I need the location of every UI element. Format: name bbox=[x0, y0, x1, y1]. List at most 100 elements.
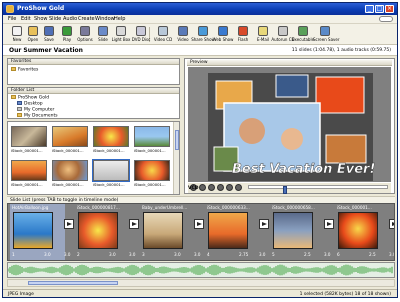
toolbar: New Open Save Play Options Slide Light Box DVD … bbox=[3, 24, 397, 45]
menu-show[interactable]: Show bbox=[34, 16, 48, 22]
preview-photo-sky bbox=[275, 74, 309, 98]
menu-window[interactable]: Window bbox=[95, 16, 115, 22]
menu-bar: File Edit Show Slide Audio Create Window… bbox=[3, 15, 397, 24]
slide-image bbox=[143, 212, 183, 249]
transition-duration: 3.0 bbox=[64, 252, 71, 257]
menu-audio[interactable]: Audio bbox=[63, 16, 77, 22]
favorites-item[interactable]: Favorites bbox=[11, 67, 38, 73]
slide-duration: 2.5 bbox=[304, 252, 311, 257]
slide-list-scrollbar[interactable] bbox=[7, 279, 395, 287]
slide-image bbox=[13, 212, 53, 249]
preview-face bbox=[281, 128, 303, 150]
file-thumbnail[interactable]: iStock_000001... bbox=[52, 126, 88, 153]
file-thumbnail[interactable]: iStock_000001... bbox=[93, 126, 129, 153]
play-icon bbox=[62, 26, 72, 36]
vcd-icon bbox=[158, 26, 168, 36]
toolbar-button-light-box[interactable]: Light Box bbox=[111, 25, 131, 44]
thumbnail-caption: iStock_000001... bbox=[134, 182, 166, 187]
app-window: ProShow Gold _ □ × File Edit Show Slide … bbox=[2, 2, 398, 298]
autorun-icon bbox=[278, 26, 288, 36]
file-thumbnail[interactable]: iStock_000001... bbox=[11, 160, 47, 187]
file-browser: iStock_000001... iStock_000001... iStock… bbox=[7, 121, 180, 195]
file-thumbnail[interactable]: iStock_000001... bbox=[11, 126, 47, 153]
status-selection: 1 selected (582K bytes) 18 of 18 shown) bbox=[299, 292, 391, 297]
transition-icon bbox=[194, 219, 204, 229]
toolbar-button-share-show[interactable]: Share Show bbox=[191, 25, 215, 44]
seek-bar[interactable] bbox=[248, 185, 388, 194]
brand-logo bbox=[379, 16, 393, 22]
folder-item-label: ProShow Gold bbox=[18, 95, 50, 101]
thumbnail-caption: iStock_000001... bbox=[93, 148, 125, 153]
slide-name: Baby_underUmbrell... bbox=[142, 205, 188, 210]
folder-item-desktop[interactable]: Desktop bbox=[17, 101, 43, 107]
thumbnail-caption: iStock_000001... bbox=[11, 182, 43, 187]
slide-item[interactable]: iStock_000000633... 4 2.75 bbox=[205, 204, 260, 260]
menu-edit[interactable]: Edit bbox=[21, 16, 31, 22]
folder-item-mycomputer[interactable]: My Computer bbox=[17, 107, 54, 113]
toolbar-button-video-cd[interactable]: Video CD bbox=[153, 25, 173, 44]
slide-item[interactable]: iStock_000001... 6 2.5 bbox=[335, 204, 390, 260]
file-thumbnail[interactable]: iStock_000001... bbox=[134, 126, 170, 153]
folder-item-proshow[interactable]: ProShow Gold bbox=[11, 95, 49, 101]
audio-track[interactable] bbox=[7, 262, 395, 278]
toolbar-button-label: DVD Disc bbox=[131, 37, 151, 42]
slide-item[interactable]: Baby_underUmbrell... 3 3.0 bbox=[140, 204, 195, 260]
slide-item[interactable]: iStock_000000817... 2 3.0 bbox=[75, 204, 130, 260]
folder-item-label: Desktop bbox=[24, 101, 43, 107]
preview-area: Best Vacation Ever! bbox=[188, 67, 391, 182]
toolbar-button-video[interactable]: Video bbox=[173, 25, 193, 44]
thumbnail-image bbox=[52, 126, 88, 147]
title-bar: ProShow Gold _ □ × bbox=[3, 3, 397, 15]
slide-number: 6 bbox=[337, 252, 340, 257]
dvd-icon bbox=[136, 26, 146, 36]
favorites-item-label: Favorites bbox=[18, 67, 39, 73]
slide-name: iStock_000000817... bbox=[77, 205, 120, 210]
seek-thumb[interactable] bbox=[283, 186, 287, 194]
file-thumbnail[interactable]: iStock_000001... bbox=[134, 160, 170, 187]
minimize-icon[interactable]: _ bbox=[365, 5, 374, 13]
slide-name: HotAirBalloon.jpg bbox=[12, 205, 49, 210]
maximize-icon[interactable]: □ bbox=[375, 5, 384, 13]
menu-create[interactable]: Create bbox=[78, 16, 95, 22]
scrollbar-thumb[interactable] bbox=[175, 130, 179, 150]
folder-icon bbox=[17, 113, 22, 117]
transition-item[interactable]: 3.0 bbox=[389, 204, 395, 260]
toolbar-button-web-show[interactable]: Web Show bbox=[213, 25, 233, 44]
slide-duration: 2.5 bbox=[369, 252, 376, 257]
toolbar-button-autorun-cd[interactable]: Autorun CD bbox=[271, 25, 295, 44]
toolbar-button-executable[interactable]: Executable bbox=[292, 25, 314, 44]
transition-item[interactable]: 3.0 bbox=[129, 204, 139, 260]
transition-item[interactable]: 3.0 bbox=[324, 204, 334, 260]
toolbar-button-e-mail[interactable]: E-Mail bbox=[253, 25, 273, 44]
close-icon[interactable]: × bbox=[385, 5, 394, 13]
browser-scrollbar[interactable] bbox=[173, 122, 179, 194]
scrollbar-thumb[interactable] bbox=[28, 281, 118, 285]
slide-number: 2 bbox=[77, 252, 80, 257]
menu-file[interactable]: File bbox=[8, 16, 16, 22]
app-icon bbox=[6, 5, 14, 13]
transition-duration: 3.0 bbox=[194, 252, 201, 257]
transition-duration: 3.0 bbox=[389, 252, 395, 257]
thumbnail-image bbox=[11, 160, 47, 181]
toolbar-button-flash[interactable]: Flash bbox=[233, 25, 253, 44]
toolbar-button-screen-saver[interactable]: Screen Saver bbox=[313, 25, 340, 44]
transition-duration: 3.0 bbox=[129, 252, 136, 257]
folder-icon bbox=[11, 95, 16, 99]
window-title: ProShow Gold bbox=[17, 5, 65, 12]
folder-item-mydocuments[interactable]: My Documents bbox=[17, 113, 58, 119]
toolbar-button-dvd-disc[interactable]: DVD Disc bbox=[131, 25, 151, 44]
slide-name: iStock_000000658... bbox=[272, 205, 315, 210]
slide-list: HotAirBalloon.jpg 1 3.0 3.0 iStock_000000817… bbox=[7, 203, 395, 261]
transition-item[interactable]: 3.0 bbox=[194, 204, 204, 260]
transition-item[interactable]: 3.0 bbox=[64, 204, 74, 260]
file-thumbnail[interactable]: iStock_000001... bbox=[52, 160, 88, 187]
menu-help[interactable]: Help bbox=[114, 16, 125, 22]
web-icon bbox=[218, 26, 228, 36]
slide-item[interactable]: HotAirBalloon.jpg 1 3.0 bbox=[10, 204, 65, 260]
file-thumbnail-selected[interactable]: iStock_000001... bbox=[92, 159, 130, 187]
slide-number: 4 bbox=[207, 252, 210, 257]
menu-slide[interactable]: Slide bbox=[49, 16, 61, 22]
lightbox-icon bbox=[116, 26, 126, 36]
transition-item[interactable]: 3.0 bbox=[259, 204, 269, 260]
slide-item[interactable]: iStock_000000658... 5 2.5 bbox=[270, 204, 325, 260]
